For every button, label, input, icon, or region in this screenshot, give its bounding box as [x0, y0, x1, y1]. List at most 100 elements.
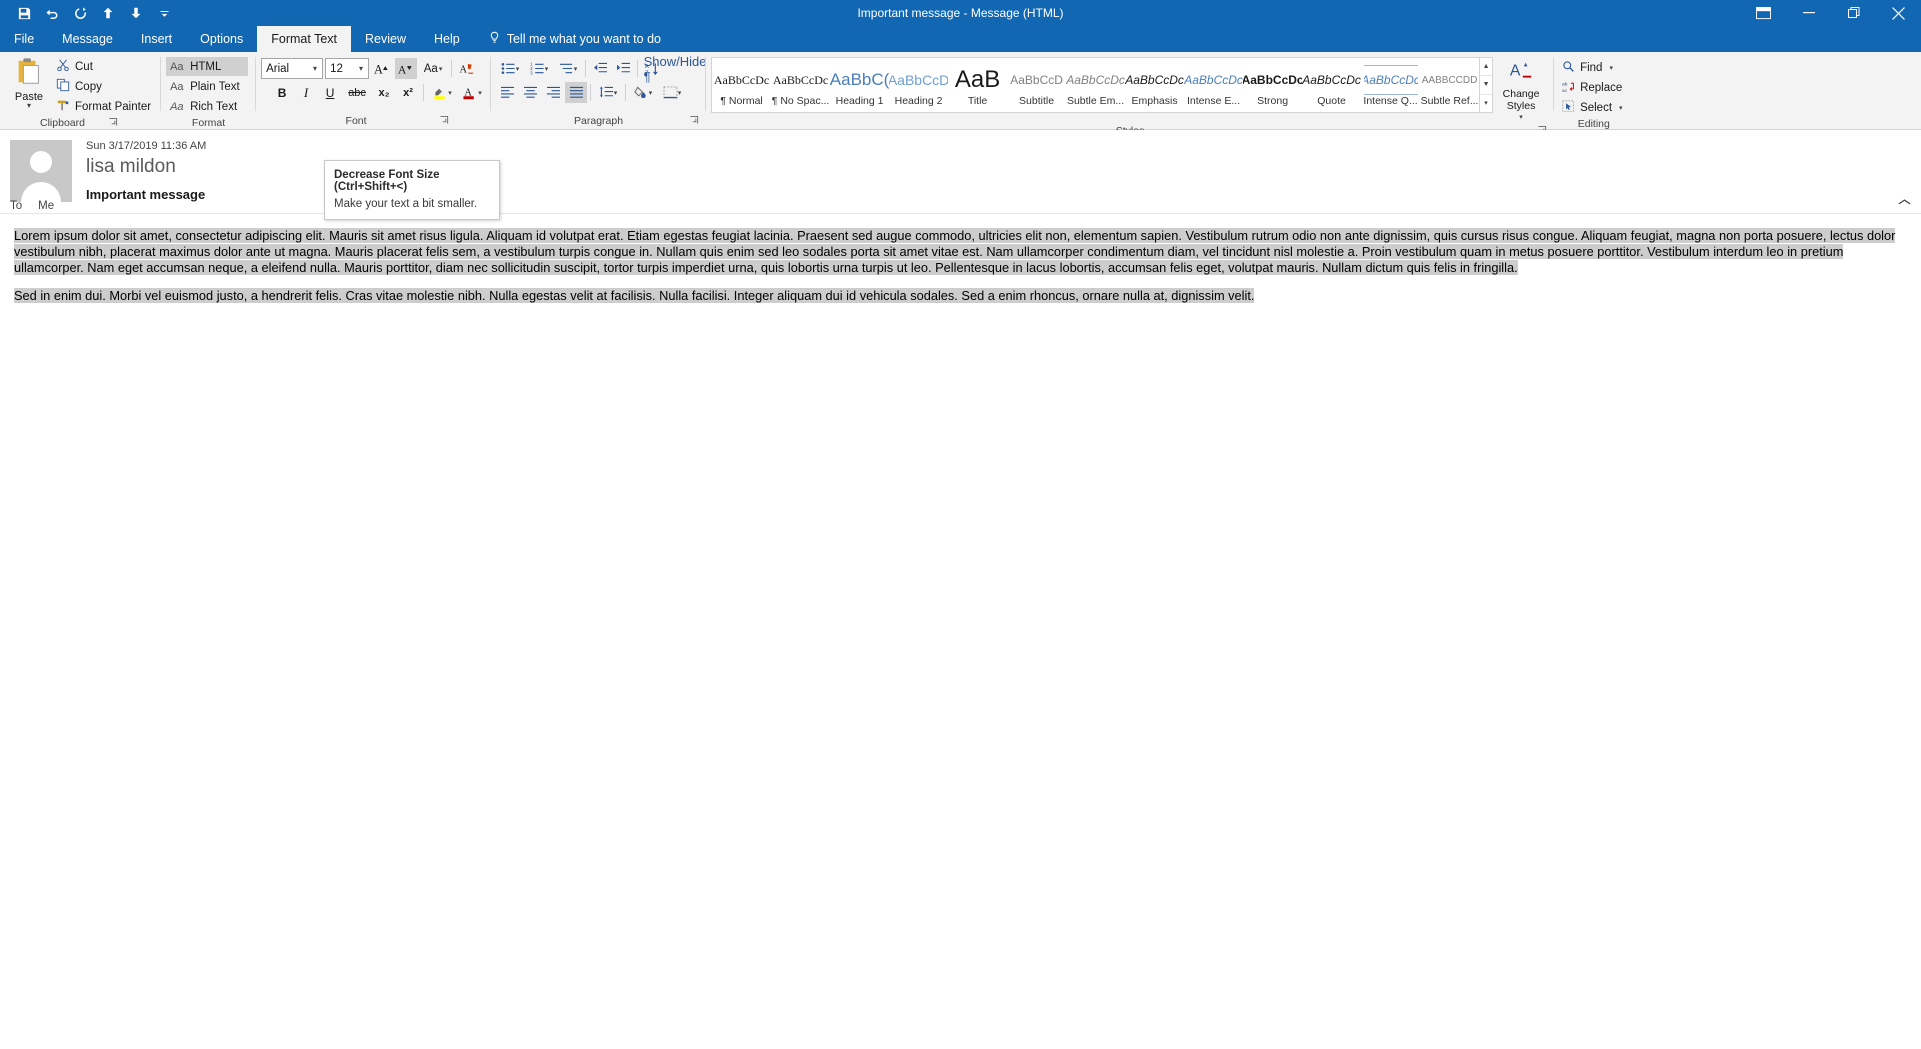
group-label-format: Format — [191, 117, 226, 129]
decrease-indent-button[interactable] — [589, 58, 611, 79]
line-spacing-button[interactable]: ▾ — [594, 82, 622, 103]
style-preview: AaBbCcD — [889, 72, 949, 88]
clipboard-dialog-launcher[interactable] — [108, 117, 119, 128]
shading-button[interactable]: ▾ — [629, 82, 657, 103]
font-size-combo[interactable]: 12 ▾ — [325, 58, 370, 79]
avatar-body — [21, 182, 61, 202]
select-caret[interactable]: ▾ — [1619, 104, 1623, 112]
change-styles-button[interactable]: A Change Styles ▾ — [1493, 55, 1549, 124]
style-item-quote[interactable]: AaBbCcDc Quote — [1302, 58, 1361, 112]
styles-more-button[interactable]: ▾ — [1480, 95, 1492, 112]
change-styles-caret[interactable]: ▾ — [1519, 112, 1523, 124]
format-html-button[interactable]: Aa HTML — [166, 57, 248, 76]
format-rich-text-button[interactable]: Aa Rich Text — [166, 97, 248, 116]
increase-font-size-button[interactable]: A — [371, 58, 393, 79]
style-item-subtle-reference[interactable]: AABBCCDD Subtle Ref... — [1420, 58, 1479, 112]
style-item-emphasis[interactable]: AaBbCcDc Emphasis — [1125, 58, 1184, 112]
undo-icon[interactable] — [38, 1, 66, 25]
style-item-strong[interactable]: AaBbCcDc Strong — [1243, 58, 1302, 112]
borders-button[interactable]: ▾ — [658, 82, 686, 103]
ribbon-display-options-button[interactable] — [1741, 0, 1786, 26]
save-icon[interactable] — [10, 1, 38, 25]
chevron-down-icon[interactable]: ▾ — [308, 64, 322, 73]
paragraph-dialog-launcher[interactable] — [689, 115, 700, 126]
align-left-button[interactable] — [496, 82, 518, 103]
tab-insert[interactable]: Insert — [127, 26, 186, 52]
next-item-icon[interactable] — [122, 1, 150, 25]
style-item-heading-1[interactable]: AaBbC( Heading 1 — [830, 58, 889, 112]
copy-label: Copy — [75, 80, 102, 93]
justify-button[interactable] — [565, 82, 588, 103]
message-sender: lisa mildon — [86, 156, 176, 177]
redo-icon[interactable] — [66, 1, 94, 25]
show-formatting-marks-button[interactable]: Show/Hide ¶ — [644, 54, 707, 84]
style-item-subtle-emphasis[interactable]: AaBbCcDc Subtle Em... — [1066, 58, 1125, 112]
styles-gallery-scroll[interactable]: ▲ ▼ ▾ — [1479, 58, 1493, 112]
subscript-button[interactable]: x₂ — [373, 82, 395, 103]
format-painter-button[interactable]: Format Painter — [53, 97, 156, 116]
customize-quick-access-toolbar-icon[interactable] — [150, 1, 178, 25]
style-preview: AaBbCcDc — [772, 72, 829, 87]
styles-scroll-down-button[interactable]: ▼ — [1480, 76, 1493, 95]
previous-item-icon[interactable] — [94, 1, 122, 25]
bullets-button[interactable]: ▾ — [496, 58, 524, 79]
format-plain-text-button[interactable]: Aa Plain Text — [166, 77, 248, 96]
decrease-font-size-button[interactable]: A — [395, 58, 418, 79]
paste-dropdown-caret[interactable]: ▾ — [27, 102, 31, 110]
style-item-intense-quote[interactable]: AaBbCcDc Intense Q... — [1361, 58, 1420, 112]
ribbon-group-font: Arial ▾ 12 ▾ A A Aa ▾ A B I U abc x₂ x² … — [256, 52, 492, 129]
format-rich-text-label: Rich Text — [190, 100, 238, 113]
style-item-normal[interactable]: AaBbCcDc ¶ Normal — [712, 58, 771, 112]
numbering-button[interactable]: 1 2 3 ▾ — [525, 58, 553, 79]
center-button[interactable] — [519, 82, 541, 103]
style-item-no-spacing[interactable]: AaBbCcDc ¶ No Spac... — [771, 58, 830, 112]
clear-all-formatting-button[interactable]: A — [456, 58, 478, 79]
copy-button[interactable]: Copy — [53, 77, 156, 96]
collapse-header-button[interactable] — [1898, 197, 1911, 209]
style-item-subtitle[interactable]: AaBbCcD Subtitle — [1007, 58, 1066, 112]
tab-file[interactable]: File — [0, 26, 48, 52]
minimize-button[interactable] — [1786, 0, 1831, 26]
superscript-button[interactable]: x² — [397, 82, 419, 103]
styles-scroll-up-button[interactable]: ▲ — [1480, 58, 1493, 77]
style-item-heading-2[interactable]: AaBbCcD Heading 2 — [889, 58, 948, 112]
strikethrough-button[interactable]: abc — [343, 82, 371, 103]
replace-button[interactable]: ab ac Replace — [1559, 79, 1628, 97]
underline-button[interactable]: U — [319, 82, 341, 103]
select-icon — [1562, 100, 1575, 116]
font-color-button[interactable]: A ▾ — [458, 82, 486, 103]
style-item-intense-emphasis[interactable]: AaBbCcDc Intense E... — [1184, 58, 1243, 112]
cut-button[interactable]: Cut — [53, 57, 156, 76]
close-button[interactable] — [1876, 0, 1921, 26]
chevron-down-icon[interactable]: ▾ — [354, 64, 368, 73]
restore-button[interactable] — [1831, 0, 1876, 26]
tab-options[interactable]: Options — [186, 26, 257, 52]
bold-button[interactable]: B — [271, 82, 293, 103]
tab-help[interactable]: Help — [420, 26, 474, 52]
font-name-combo[interactable]: Arial ▾ — [261, 58, 324, 79]
select-button[interactable]: Select ▾ — [1559, 99, 1628, 117]
change-case-button[interactable]: Aa ▾ — [419, 58, 447, 79]
style-item-title[interactable]: AaB Title — [948, 58, 1007, 112]
font-dialog-launcher[interactable] — [439, 115, 450, 126]
to-value[interactable]: Me — [38, 200, 54, 212]
style-name: Heading 1 — [835, 95, 884, 107]
tell-me-search[interactable]: Tell me what you want to do — [474, 26, 661, 52]
text-highlight-color-button[interactable]: ▾ — [428, 82, 456, 103]
styles-gallery: AaBbCcDc ¶ Normal AaBbCcDc ¶ No Spac... … — [711, 57, 1494, 113]
find-caret[interactable]: ▾ — [1609, 64, 1613, 72]
change-styles-icon: A — [1508, 59, 1534, 88]
multilevel-list-button[interactable]: ▾ — [554, 58, 582, 79]
find-button[interactable]: Find ▾ — [1559, 59, 1628, 77]
tab-format-text[interactable]: Format Text — [257, 26, 352, 52]
italic-button[interactable]: I — [295, 82, 317, 103]
style-name: Strong — [1257, 95, 1289, 107]
message-body[interactable]: Lorem ipsum dolor sit amet, consectetur … — [0, 214, 1921, 304]
tab-message[interactable]: Message — [48, 26, 127, 52]
tab-review[interactable]: Review — [351, 26, 420, 52]
increase-indent-button[interactable] — [612, 58, 634, 79]
align-right-button[interactable] — [542, 82, 564, 103]
ribbon-group-clipboard: Paste ▾ Cut Copy Format Painter Clipboar… — [0, 52, 162, 129]
quick-access-toolbar — [0, 0, 178, 26]
paste-button[interactable]: Paste ▾ — [5, 55, 53, 110]
